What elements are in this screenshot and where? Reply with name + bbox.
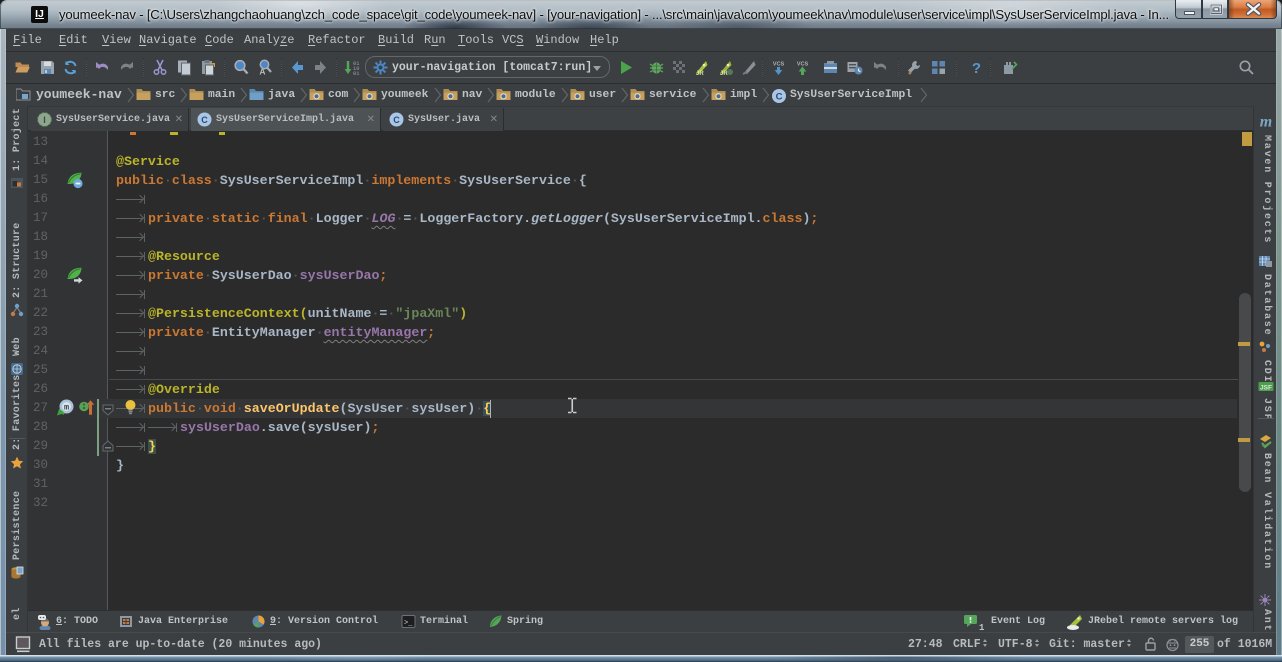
svg-text:A: A	[259, 67, 265, 77]
svg-text:C: C	[776, 92, 783, 103]
svg-text:C: C	[393, 115, 400, 125]
svg-text:VCS: VCS	[773, 62, 785, 68]
svg-text:m: m	[64, 403, 69, 413]
svg-text:01: 01	[353, 71, 359, 76]
svg-text:JSF: JSF	[1260, 385, 1272, 392]
svg-text:I: I	[43, 115, 46, 125]
svg-text:>_: >_	[404, 620, 413, 628]
svg-text:?: ?	[972, 60, 981, 76]
svg-text:JR: JR	[696, 71, 704, 76]
svg-text:C: C	[201, 115, 208, 125]
svg-text:VCS: VCS	[797, 62, 809, 68]
svg-text:m: m	[1260, 114, 1272, 130]
